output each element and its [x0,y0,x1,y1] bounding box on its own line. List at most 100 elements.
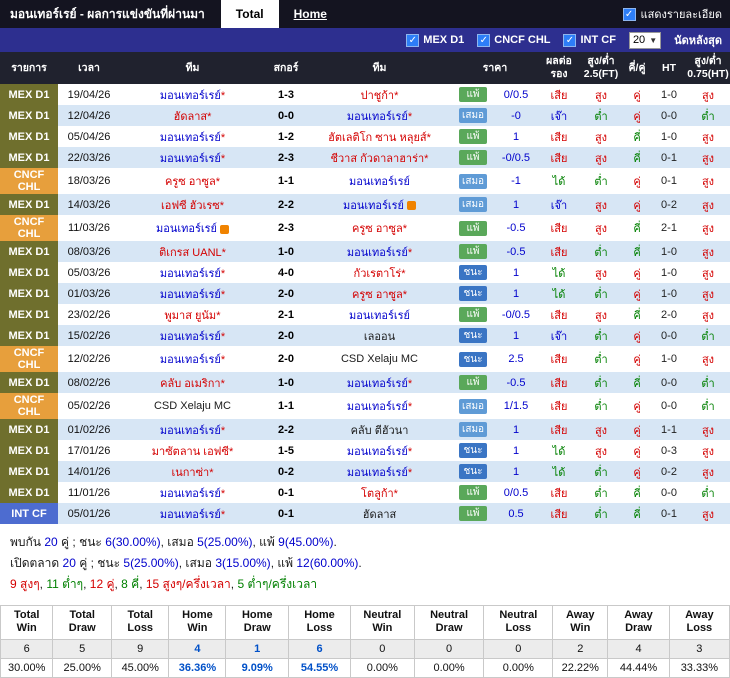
tab-home[interactable]: Home [279,0,342,28]
away-team-name[interactable]: มอนเทอร์เรย์ [349,176,410,188]
col-header-over-under-ht: สูง/ต่ำ 0.75(HT) [686,52,730,85]
over-under-ft: ต่ำ [594,330,608,343]
away-team-name[interactable]: ฮัตเลติโก ซาน หลุยส์ [328,132,427,144]
match-date: 11/03/26 [67,222,110,235]
home-team-name[interactable]: มอนเทอร์เรย์ [160,132,221,144]
ht-score: 0-0 [661,376,677,389]
match-row: MEX D1 17/01/26 มาซัตลาน เอฟซี* 1-5 มอนเทอร์… [0,440,730,462]
home-team-name[interactable]: มอนเทอร์เรย์ [156,223,217,235]
home-team-name[interactable]: ครูซ อาซูล [165,176,216,188]
show-details-toggle[interactable]: ✓ แสดงรายละเอียด [622,5,730,23]
match-count-select[interactable]: 20 ▼ [628,31,662,49]
ft-score: 4-0 [278,266,294,279]
tab-total[interactable]: Total [220,0,279,28]
footer-col-header: Total Draw [52,605,112,640]
col-header-handicap-result: ผลต่อรอง [538,52,580,85]
home-team-name[interactable]: ฮัดลาส [174,111,208,123]
away-team-name[interactable]: มอนเทอร์เรย์ [347,111,408,123]
over-under-ft: ต่ำ [594,176,608,189]
topbar: มอนเทอร์เรย์ - ผลการแข่งขันที่ผ่านมา Tot… [0,0,730,28]
summary-segment: 11 ต่ำๆ [46,577,84,592]
away-team-name[interactable]: มอนเทอร์เรย์ [347,467,408,479]
checkbox-icon[interactable]: ✓ [563,33,577,47]
ft-score: 2-2 [278,198,294,211]
home-team-name[interactable]: มาซัตลาน เอฟซี [152,446,229,458]
home-team-name[interactable]: เนกาซ่า [171,467,209,479]
away-team-name[interactable]: ฮัดลาส [363,509,397,521]
league-filter-mex-d1[interactable]: ✓ MEX D1 [406,33,464,47]
ht-score: 0-1 [661,175,677,188]
away-team-name[interactable]: มอนเทอร์เรย์ [347,446,408,458]
footer-percent: 45.00% [110,657,170,678]
summary-section: พบกัน 20 คู่ ; ชนะ 6(30.00%), เสมอ 5(25.… [0,524,730,597]
away-team-name[interactable]: มอนเทอร์เรย์ [347,401,408,413]
stats-table: Total Win Total Draw Total Loss Home Win Hom… [0,605,730,678]
footer-col-header: Away Loss [668,605,730,640]
home-team-name[interactable]: มอนเทอร์เรย์ [160,90,221,102]
away-team-name[interactable]: คลับ ตีฮัวนา [351,425,409,437]
away-team-name[interactable]: ชีวาส กัวดาลาฮาร่า [331,153,425,165]
result-badge: ชนะ [459,286,487,302]
filter-bar: ✓ MEX D1 ✓ CNCF CHL ✓ INT CF 20 ▼ นัดหลังสุด [0,28,730,52]
league-badge: MEX D1 [0,241,58,263]
home-team-name[interactable]: มอนเทอร์เรย์ [160,153,221,165]
away-team-name[interactable]: กัวเรตาโร่ [354,268,402,280]
checkbox-icon[interactable]: ✓ [622,7,636,21]
away-team-name[interactable]: มอนเทอร์เรย์ [343,200,404,212]
away-team-name[interactable]: มอนเทอร์เรย์ [347,247,408,259]
ft-score: 1-0 [278,376,294,389]
home-team-name[interactable]: มอนเทอร์เรย์ [160,289,221,301]
home-team-name[interactable]: คลับ อเมริกา [160,378,221,390]
home-team-name[interactable]: มอนเทอร์เรย์ [160,509,221,521]
star-marker: * [220,424,226,437]
star-marker: * [426,131,431,144]
home-team-name[interactable]: พูมาส ยูนัม [165,310,217,322]
match-row: INT CF 05/01/26 มอนเทอร์เรย์* 0-1 ฮัดลาส แพ้ 0… [0,503,730,525]
handicap-result: เสีย [550,152,568,165]
result-badge: แพ้ [459,244,487,260]
odd-even: คู่ [633,89,641,102]
star-marker: * [220,377,225,390]
away-team-name[interactable]: เลออน [364,331,395,343]
home-team-name[interactable]: มอนเทอร์เรย์ [160,331,221,343]
away-team-name[interactable]: ปาชูก้า [361,90,394,102]
home-team-name[interactable]: ติเกรส UANL [159,247,222,259]
away-team-name[interactable]: มอนเทอร์เรย์ [349,310,410,322]
league-badge: MEX D1 [0,147,58,169]
league-filter-cncf-chl[interactable]: ✓ CNCF CHL [477,33,550,47]
over-under-ht: สูง [701,354,715,367]
col-header-league: รายการ [0,52,58,85]
handicap-result: เสีย [550,246,568,259]
result-badge: ชนะ [459,265,487,281]
match-date: 22/03/26 [67,151,111,164]
ht-score: 2-0 [661,308,677,321]
summary-segment: 8 คี่ [121,577,140,592]
match-row: CNCF CHL 05/02/26 CSD Xelaju MC 1-1 มอนเทอร์… [0,393,730,420]
odd-even: คู่ [633,110,641,123]
home-team-name[interactable]: มอนเทอร์เรย์ [160,354,221,366]
star-marker: * [402,223,408,236]
summary-segment: คู่ ; ชนะ [57,535,106,550]
league-filter-int-cf[interactable]: ✓ INT CF [563,33,616,47]
league-badge: MEX D1 [0,440,58,462]
away-team-name[interactable]: CSD Xelaju MC [341,353,418,365]
footer-value: 3 [668,638,730,659]
home-team-name[interactable]: มอนเทอร์เรย์ [160,425,221,437]
away-team-name[interactable]: มอนเทอร์เรย์ [347,378,408,390]
checkbox-icon[interactable]: ✓ [406,33,420,47]
home-team-name[interactable]: มอนเทอร์เรย์ [160,488,221,500]
odd-even: คู่ [633,330,641,343]
away-team-name[interactable]: โตลูก้า [361,488,394,500]
home-team-name[interactable]: เอฟซี ฮัวเรซ [161,200,220,212]
footer-value: 1 [225,638,289,659]
checkbox-icon[interactable]: ✓ [477,33,491,47]
match-row: MEX D1 11/01/26 มอนเทอร์เรย์* 0-1 โตลูก้า* แพ… [0,482,730,504]
away-team-name[interactable]: ครูซ อาซูล [352,289,403,301]
home-team-name[interactable]: CSD Xelaju MC [154,400,231,412]
handicap-result: เสีย [550,401,568,414]
result-badge: เสมอ [459,398,487,414]
away-team-name[interactable]: ครูซ อาซูล [352,223,403,235]
home-team-name[interactable]: มอนเทอร์เรย์ [160,268,221,280]
star-marker: * [407,445,413,458]
match-date: 23/02/26 [67,308,111,321]
